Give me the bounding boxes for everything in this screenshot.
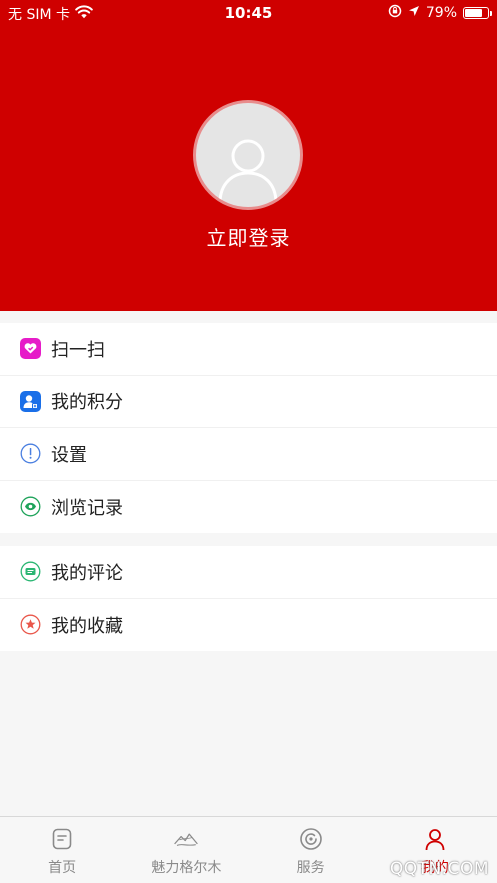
location-icon xyxy=(408,5,420,21)
battery-level xyxy=(465,9,483,17)
menu-item-label: 我的评论 xyxy=(51,562,123,584)
service-icon xyxy=(298,826,324,852)
status-bar: 无 SIM 卡 10:45 79% xyxy=(0,0,497,26)
tab-label: 服务 xyxy=(296,860,325,876)
tab-service[interactable]: 服务 xyxy=(249,817,373,883)
menu-item-label: 扫一扫 xyxy=(51,339,105,361)
tab-scenery[interactable]: 魅力格尔木 xyxy=(124,817,248,883)
avatar[interactable] xyxy=(193,100,303,210)
favorite-icon xyxy=(20,614,41,635)
menu-item-points[interactable]: 我的积分 xyxy=(0,376,497,428)
default-avatar-icon xyxy=(218,139,278,204)
menu-item-favorites[interactable]: 我的收藏 xyxy=(0,599,497,652)
menu-item-label: 我的积分 xyxy=(51,392,123,414)
menu-group-secondary: 我的评论 我的收藏 xyxy=(0,546,497,651)
menu-item-label: 设置 xyxy=(51,444,87,466)
login-link[interactable]: 立即登录 xyxy=(0,222,497,251)
home-icon xyxy=(49,826,75,852)
scan-icon xyxy=(20,338,41,360)
menu-item-scan[interactable]: 扫一扫 xyxy=(0,323,497,376)
tab-label: 首页 xyxy=(48,860,77,876)
settings-icon xyxy=(20,443,41,464)
comment-icon xyxy=(20,561,41,582)
menu-item-comments[interactable]: 我的评论 xyxy=(0,546,497,599)
watermark: QQTN.COM xyxy=(389,859,489,879)
profile-header: 无 SIM 卡 10:45 79% 立即登录 xyxy=(0,0,497,311)
menu-item-label: 我的收藏 xyxy=(51,615,123,637)
menu-group-primary: 扫一扫 我的积分 设置 浏览记录 xyxy=(0,323,497,533)
user-icon xyxy=(422,826,448,852)
history-icon xyxy=(20,496,41,517)
orientation-lock-icon xyxy=(388,4,402,22)
battery-icon xyxy=(463,7,492,19)
scenery-icon xyxy=(173,826,199,852)
menu-item-settings[interactable]: 设置 xyxy=(0,428,497,481)
tab-home[interactable]: 首页 xyxy=(0,817,124,883)
menu-item-history[interactable]: 浏览记录 xyxy=(0,481,497,534)
points-icon xyxy=(20,390,41,412)
tab-label: 魅力格尔木 xyxy=(151,860,222,876)
menu-item-label: 浏览记录 xyxy=(51,497,123,519)
battery-percent: 79% xyxy=(425,5,457,21)
